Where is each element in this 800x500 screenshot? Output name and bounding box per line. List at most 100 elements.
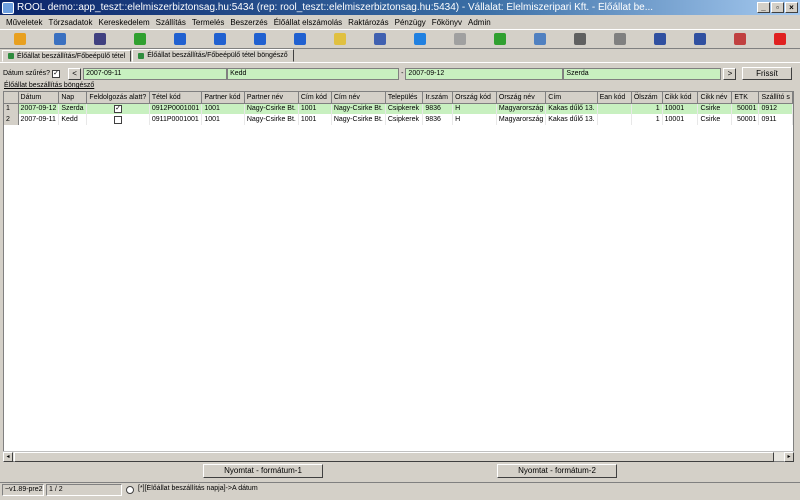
scroll-thumb[interactable] (14, 452, 774, 462)
recycle-button[interactable] (480, 30, 520, 48)
table-cell[interactable]: 0912P0001001 (149, 103, 203, 114)
menu-item-8[interactable]: Pénzügy (392, 18, 429, 27)
last-record-button[interactable] (280, 30, 320, 48)
menu-item-1[interactable]: Törzsadatok (45, 18, 95, 27)
menu-item-7[interactable]: Raktározás (345, 18, 391, 27)
processing-cell[interactable] (86, 114, 150, 125)
table-settings-button[interactable] (680, 30, 720, 48)
column-header[interactable]: Ean kód (597, 92, 632, 104)
menu-item-2[interactable]: Kereskedelem (96, 18, 153, 27)
table-cell[interactable]: 9836 (422, 114, 454, 125)
refresh-button[interactable]: Frissít (742, 67, 792, 80)
delete-record-button[interactable] (360, 30, 400, 48)
column-header[interactable]: Ir.szám (422, 92, 454, 104)
table-cell[interactable]: Nagy-Csirke Bt. (331, 114, 386, 125)
search-button[interactable] (520, 30, 560, 48)
menu-item-6[interactable]: Élőállat elszámolás (271, 18, 345, 27)
table-cell[interactable]: 1 (631, 114, 663, 125)
table-cell[interactable]: 1001 (201, 114, 245, 125)
table-cell[interactable]: 0912 (758, 103, 793, 114)
list-view-button[interactable] (560, 30, 600, 48)
menu-item-3[interactable]: Szállítás (153, 18, 189, 27)
print-format-1-button[interactable]: Nyomtat - formátum-1 (203, 464, 323, 478)
save-button[interactable] (80, 30, 120, 48)
table-cell[interactable]: 0911 (758, 114, 793, 125)
table-cell[interactable]: 10001 (662, 114, 699, 125)
table-cell[interactable]: 9836 (422, 103, 454, 114)
print-format-2-button[interactable]: Nyomtat - formátum-2 (497, 464, 617, 478)
column-header[interactable]: Ország kód (452, 92, 497, 104)
table-cell[interactable]: 1001 (201, 103, 245, 114)
menu-item-9[interactable]: Főkönyv (429, 18, 465, 27)
previous-record-button[interactable] (200, 30, 240, 48)
table-cell[interactable]: 50001 (731, 114, 760, 125)
minimize-button[interactable]: _ (757, 2, 770, 13)
table-cell[interactable]: Csirke (697, 114, 733, 125)
column-header[interactable]: Szállító s (758, 92, 793, 104)
table-cell[interactable]: Nagy-Csirke Bt. (244, 114, 299, 125)
menu-item-0[interactable]: Műveletek (3, 18, 45, 27)
print-button[interactable] (600, 30, 640, 48)
forward-document-button[interactable] (40, 30, 80, 48)
table-cell[interactable]: 1001 (298, 103, 332, 114)
column-header[interactable]: Cím (545, 92, 598, 104)
table-cell[interactable] (597, 114, 632, 125)
table-cell[interactable]: 50001 (731, 103, 760, 114)
column-header[interactable]: Partner név (244, 92, 299, 104)
scroll-right-arrow[interactable]: ▸ (784, 452, 794, 462)
column-header[interactable]: Cikk kód (662, 92, 699, 104)
column-header[interactable]: Ölszám (631, 92, 663, 104)
processing-checkbox[interactable]: ✓ (114, 104, 123, 113)
table-cell[interactable]: 2007-09-11 (18, 114, 60, 125)
scroll-left-arrow[interactable]: ◂ (3, 452, 13, 462)
processing-checkbox[interactable] (114, 115, 123, 124)
table-cell[interactable]: Magyarország (496, 103, 547, 114)
processing-cell[interactable]: ✓ (86, 103, 150, 114)
column-header[interactable]: Nap (58, 92, 88, 104)
column-header[interactable]: Település (385, 92, 424, 104)
previous-date-button[interactable]: < (68, 67, 82, 80)
sort-radio[interactable] (126, 485, 134, 494)
next-record-button[interactable] (240, 30, 280, 48)
column-header[interactable]: Cím név (331, 92, 386, 104)
date-to-field[interactable]: 2007-09-12 (405, 67, 564, 80)
refresh-cycle-button[interactable] (120, 30, 160, 48)
column-header[interactable]: Cikk név (697, 92, 733, 104)
date-filter-checkbox[interactable]: ✓ (52, 69, 61, 78)
table-cell[interactable]: 1 (631, 103, 663, 114)
tab-fobeepulo-tetel[interactable]: Élőállat beszállítás/Főbeépülő tétel (2, 50, 132, 62)
close-button[interactable]: × (785, 2, 798, 13)
table-cell[interactable]: Csipkerek (385, 114, 424, 125)
table-cell[interactable]: H (452, 114, 497, 125)
info-button[interactable] (400, 30, 440, 48)
window-button[interactable] (720, 30, 760, 48)
table-row[interactable]: 1 2007-09-12 Szerda ✓ 0912P0001001 1001 Nagy-C… (4, 103, 793, 114)
edit-pencil-button[interactable] (320, 30, 360, 48)
column-header[interactable]: Partner kód (201, 92, 245, 104)
first-record-button[interactable] (160, 30, 200, 48)
table-cell[interactable]: Nagy-Csirke Bt. (331, 103, 386, 114)
table-cell[interactable]: Kakas dűlő 13. (545, 103, 598, 114)
table-cell[interactable]: 2007-09-12 (18, 103, 60, 114)
table-cell[interactable]: H (452, 103, 497, 114)
horizontal-scrollbar[interactable]: ◂ ▸ (3, 451, 794, 462)
menu-item-4[interactable]: Termelés (189, 18, 227, 27)
column-header[interactable]: Feldolgozás alatt? (86, 92, 150, 104)
column-header[interactable]: Cím kód (298, 92, 332, 104)
table-cell[interactable]: 1001 (298, 114, 332, 125)
column-header[interactable]: ETK (731, 92, 760, 104)
table-cell[interactable]: Kedd (58, 114, 88, 125)
table-cell[interactable]: Szerda (58, 103, 88, 114)
next-date-button[interactable]: > (723, 67, 737, 80)
table-row[interactable]: 2 2007-09-11 Kedd 0911P0001001 1001 Nagy-Csir… (4, 114, 793, 125)
table-cell[interactable]: Nagy-Csirke Bt. (244, 103, 299, 114)
column-header[interactable]: Dátum (18, 92, 60, 104)
table-cell[interactable] (597, 103, 632, 114)
table-cell[interactable]: Kakas dűlő 13. (545, 114, 598, 125)
grid-view-button[interactable] (640, 30, 680, 48)
table-cell[interactable]: 0911P0001001 (149, 114, 203, 125)
close-circle-button[interactable] (760, 30, 800, 48)
table-cell[interactable]: 10001 (662, 103, 699, 114)
table-cell[interactable]: Magyarország (496, 114, 547, 125)
date-from-field[interactable]: 2007-09-11 (83, 67, 228, 80)
